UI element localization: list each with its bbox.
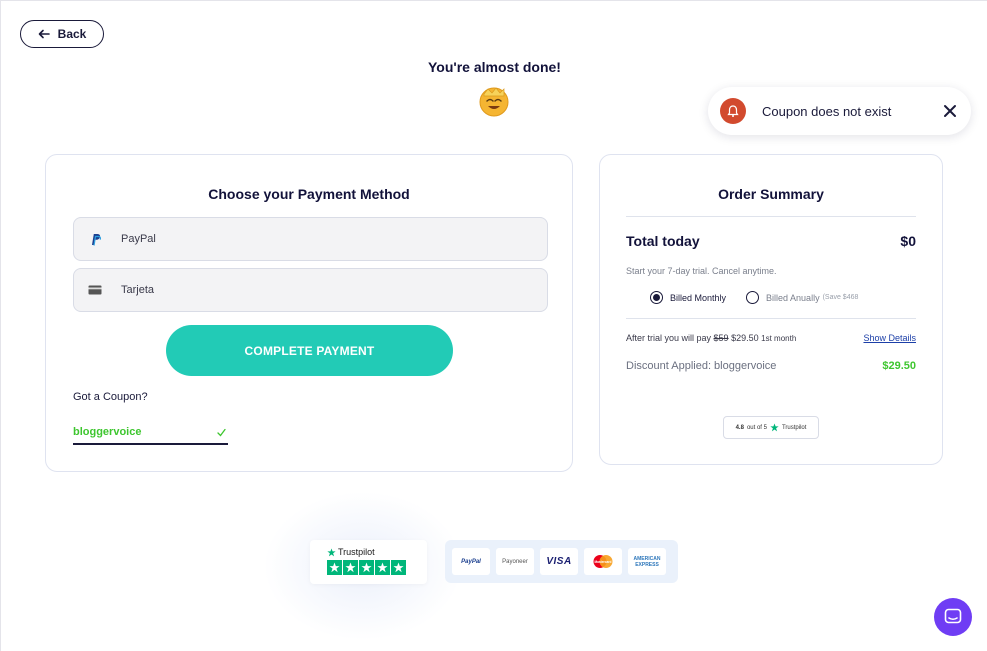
total-value: $0 [900, 233, 916, 249]
after-trial-text: After trial you will pay [626, 333, 712, 343]
trustpilot-rating-badge[interactable]: 4.8 out of 5 Trustpilot [723, 416, 819, 439]
trustpilot-rating: 4.8 [735, 424, 744, 431]
visa-logo: VISA [540, 548, 578, 575]
radio-checked [650, 291, 663, 304]
coupon-label: Got a Coupon? [73, 391, 148, 403]
billed-monthly-label: Billed Monthly [670, 292, 727, 303]
radio-unchecked [746, 291, 760, 304]
chat-icon [944, 608, 962, 624]
card-option[interactable]: Tarjeta [73, 268, 548, 312]
after-trial-row: After trial you will pay $59 $29.50 1st … [626, 333, 916, 343]
card-label: Tarjeta [121, 284, 155, 296]
bell-icon [720, 98, 746, 124]
star-icon [343, 560, 358, 575]
back-button[interactable]: Back [20, 20, 104, 48]
billed-annually-label: Billed Anually [766, 292, 820, 303]
divider [626, 318, 916, 319]
star-icon [327, 547, 336, 556]
trial-note: Start your 7-day trial. Cancel anytime. [626, 266, 777, 276]
new-price: $29.50 [731, 333, 759, 343]
back-label: Back [57, 27, 87, 41]
total-label: Total today [626, 233, 700, 249]
star-icon [375, 560, 390, 575]
mastercard-wordmark: Mastercard [594, 560, 611, 564]
coupon-input[interactable]: bloggervoice [73, 421, 228, 445]
trustpilot-out-of: out of 5 [746, 424, 767, 431]
party-emoji-icon [479, 87, 509, 117]
billing-toggle: Billed Monthly Billed Anually (Save $468 [650, 291, 858, 304]
star-icon [391, 560, 406, 575]
discount-row: Discount Applied: bloggervoice $29.50 [626, 360, 916, 372]
error-toast: Coupon does not exist [708, 87, 971, 135]
payment-method-card: Choose your Payment Method PayPal Tarjet… [45, 154, 573, 472]
trustpilot-brand: Trustpilot [781, 424, 807, 431]
discount-value: $29.50 [882, 360, 916, 372]
discount-label: Discount Applied: bloggervoice [626, 360, 777, 372]
total-row: Total today $0 [626, 233, 916, 249]
trustpilot-logo: Trustpilot [327, 547, 375, 557]
payoneer-logo: Payoneer [496, 548, 534, 575]
first-month-label: 1st month [761, 334, 797, 343]
star-icon [359, 560, 374, 575]
check-icon [217, 428, 226, 436]
order-summary-title: Order Summary [718, 186, 824, 202]
show-details-link[interactable]: Show Details [863, 333, 916, 343]
divider [626, 216, 916, 217]
star-icon [770, 423, 779, 432]
complete-payment-button[interactable]: COMPLETE PAYMENT [166, 325, 453, 376]
close-icon[interactable] [941, 102, 959, 120]
credit-card-icon [87, 283, 103, 297]
order-summary-card: Order Summary Total today $0 Start your … [599, 154, 943, 465]
mastercard-logo: Mastercard [584, 548, 622, 575]
chat-button[interactable] [934, 598, 972, 636]
arrow-left-icon [38, 29, 50, 39]
billed-monthly-radio[interactable]: Billed Monthly [650, 291, 726, 304]
payment-logos-strip: PayPal Payoneer VISA Mastercard AMERICAN… [445, 540, 678, 583]
coupon-value: bloggervoice [73, 426, 142, 438]
old-price: $59 [713, 333, 729, 343]
paypal-label: PayPal [121, 233, 156, 245]
trustpilot-stars [327, 560, 406, 575]
payment-method-title: Choose your Payment Method [208, 186, 410, 202]
paypal-logo: PayPal [452, 548, 490, 575]
paypal-icon [87, 232, 103, 246]
paypal-option[interactable]: PayPal [73, 217, 548, 261]
page-title: You're almost done! [428, 59, 561, 75]
toast-message: Coupon does not exist [762, 103, 892, 119]
billed-annually-radio[interactable]: Billed Anually (Save $468 [746, 291, 858, 304]
amex-logo: AMERICAN EXPRESS [628, 548, 666, 575]
star-icon [327, 560, 342, 575]
trustpilot-name: Trustpilot [338, 547, 375, 557]
trustpilot-logo-card: Trustpilot [310, 540, 427, 584]
save-note: (Save $468 [822, 294, 859, 301]
